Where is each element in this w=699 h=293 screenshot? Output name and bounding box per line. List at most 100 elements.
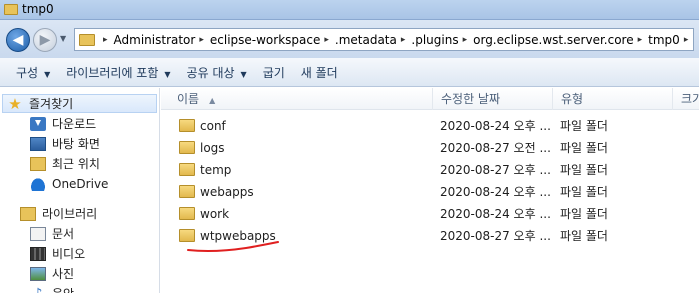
file-type: 파일 폴더 [560, 207, 608, 221]
nav-label: 사진 [52, 267, 75, 281]
nav-item-videos[interactable]: 비디오 [30, 244, 85, 263]
forward-button[interactable]: ▶ [33, 28, 57, 52]
new-folder-button[interactable]: 새 폴더 [301, 64, 338, 81]
address-bar[interactable]: ▸ Administrator ▸ eclipse-workspace ▸ .m… [74, 28, 694, 51]
burn-button[interactable]: 굽기 [263, 64, 285, 81]
nav-label: 최근 위치 [52, 157, 100, 171]
file-name: work [200, 207, 230, 221]
file-type: 파일 폴더 [560, 141, 608, 155]
chevron-right-icon[interactable]: ▸ [103, 35, 108, 45]
cloud-icon [30, 176, 46, 191]
nav-label: 바탕 화면 [52, 137, 100, 151]
nav-item-downloads[interactable]: 다운로드 [30, 114, 96, 133]
chevron-down-icon: ▼ [240, 69, 247, 79]
breadcrumb-item[interactable]: .plugins [411, 33, 458, 47]
file-modified: 2020-08-24 오후 ... [440, 207, 551, 221]
include-library-menu-button[interactable]: 라이브러리에 포함 ▼ [66, 64, 170, 81]
table-row[interactable]: logs 2020-08-27 오전 ... 파일 폴더 [161, 137, 699, 159]
folder-icon [179, 207, 195, 220]
history-dropdown-icon[interactable]: ▼ [60, 34, 66, 43]
breadcrumb-item[interactable]: eclipse-workspace [210, 33, 320, 47]
breadcrumb-item[interactable]: tmp0 [648, 33, 680, 47]
breadcrumb-item[interactable]: Administrator [114, 33, 196, 47]
share-with-label: 공유 대상 [186, 65, 235, 80]
column-header-name[interactable]: 이름 ▲ [169, 88, 433, 110]
chevron-right-icon[interactable]: ▸ [684, 35, 689, 45]
column-header-row: 이름 ▲ 수정한 날짜 유형 크기 [161, 88, 699, 110]
nav-label: 즐겨찾기 [29, 97, 74, 111]
nav-label: 음악 [52, 285, 74, 293]
navigation-pane: ★ 즐겨찾기 다운로드 바탕 화면 최근 위치 OneDrive 라이브러리 문… [0, 88, 160, 293]
file-type: 파일 폴더 [560, 229, 608, 243]
red-underline-annotation [187, 241, 279, 253]
nav-label: 비디오 [52, 247, 86, 261]
chevron-right-icon[interactable]: ▸ [463, 35, 468, 45]
table-row[interactable]: temp 2020-08-27 오후 ... 파일 폴더 [161, 159, 699, 181]
file-name: logs [200, 141, 225, 155]
nav-item-desktop[interactable]: 바탕 화면 [30, 134, 100, 153]
folder-icon [79, 33, 95, 46]
file-type: 파일 폴더 [560, 185, 608, 199]
file-type: 파일 폴더 [560, 119, 608, 133]
file-name: conf [200, 119, 226, 133]
navigation-bar: ◀ ▶ ▼ ▸ Administrator ▸ eclipse-workspac… [0, 20, 699, 58]
file-type: 파일 폴더 [560, 163, 608, 177]
music-note-icon: ♪ [30, 287, 46, 293]
film-icon [30, 246, 46, 261]
column-label: 이름 [177, 92, 200, 106]
folder-icon [4, 4, 18, 15]
chevron-right-icon[interactable]: ▸ [199, 35, 204, 45]
command-toolbar: 구성 ▼ 라이브러리에 포함 ▼ 공유 대상 ▼ 굽기 새 폴더 [0, 58, 699, 87]
share-with-menu-button[interactable]: 공유 대상 ▼ [187, 64, 247, 81]
document-icon [30, 226, 46, 241]
column-header-modified[interactable]: 수정한 날짜 [433, 88, 553, 110]
organize-menu-button[interactable]: 구성 ▼ [16, 64, 50, 81]
window-title: tmp0 [22, 2, 54, 16]
breadcrumb-item[interactable]: org.eclipse.wst.server.core [473, 33, 634, 47]
picture-icon [30, 266, 46, 281]
download-icon [30, 116, 46, 131]
nav-label: 라이브러리 [42, 207, 98, 221]
table-row[interactable]: webapps 2020-08-24 오후 ... 파일 폴더 [161, 181, 699, 203]
table-row[interactable]: conf 2020-08-24 오후 ... 파일 폴더 [161, 115, 699, 137]
folder-icon [179, 185, 195, 198]
table-row[interactable]: work 2020-08-24 오후 ... 파일 폴더 [161, 203, 699, 225]
organize-label: 구성 [16, 65, 39, 80]
desktop-icon [30, 136, 46, 151]
nav-item-music[interactable]: ♪ 음악 [30, 284, 75, 293]
folder-icon [179, 163, 195, 176]
arrow-right-icon: ▶ [39, 32, 51, 48]
library-icon [20, 206, 36, 221]
chevron-right-icon[interactable]: ▸ [401, 35, 406, 45]
nav-item-recent[interactable]: 최근 위치 [30, 154, 100, 173]
file-modified: 2020-08-27 오전 ... [440, 141, 551, 155]
file-list: 이름 ▲ 수정한 날짜 유형 크기 conf 2020-08-24 오후 ... … [161, 88, 699, 293]
back-button[interactable]: ◀ [6, 28, 30, 52]
chevron-right-icon[interactable]: ▸ [324, 35, 329, 45]
breadcrumb-item[interactable]: .metadata [335, 33, 397, 47]
nav-label: 다운로드 [52, 117, 97, 131]
nav-item-favorites[interactable]: ★ 즐겨찾기 [2, 94, 157, 113]
column-header-size[interactable]: 크기 [673, 88, 699, 110]
nav-label: OneDrive [52, 176, 109, 191]
nav-item-pictures[interactable]: 사진 [30, 264, 74, 283]
title-bar: tmp0 [0, 0, 699, 20]
chevron-right-icon[interactable]: ▸ [638, 35, 643, 45]
star-icon: ★ [8, 94, 22, 113]
nav-item-libraries[interactable]: 라이브러리 [20, 204, 97, 223]
column-header-type[interactable]: 유형 [553, 88, 673, 110]
chevron-down-icon: ▼ [44, 69, 51, 79]
nav-item-onedrive[interactable]: OneDrive [30, 174, 108, 193]
arrow-left-icon: ◀ [12, 32, 24, 48]
file-modified: 2020-08-27 오후 ... [440, 163, 551, 177]
file-modified: 2020-08-27 오후 ... [440, 229, 551, 243]
chevron-down-icon: ▼ [164, 69, 171, 79]
file-name: temp [200, 163, 232, 177]
nav-label: 문서 [52, 227, 75, 241]
folder-icon [179, 119, 195, 132]
recent-places-icon [30, 156, 46, 171]
file-modified: 2020-08-24 오후 ... [440, 119, 551, 133]
include-library-label: 라이브러리에 포함 [66, 65, 159, 80]
sort-ascending-icon: ▲ [209, 96, 216, 105]
nav-item-documents[interactable]: 문서 [30, 224, 74, 243]
